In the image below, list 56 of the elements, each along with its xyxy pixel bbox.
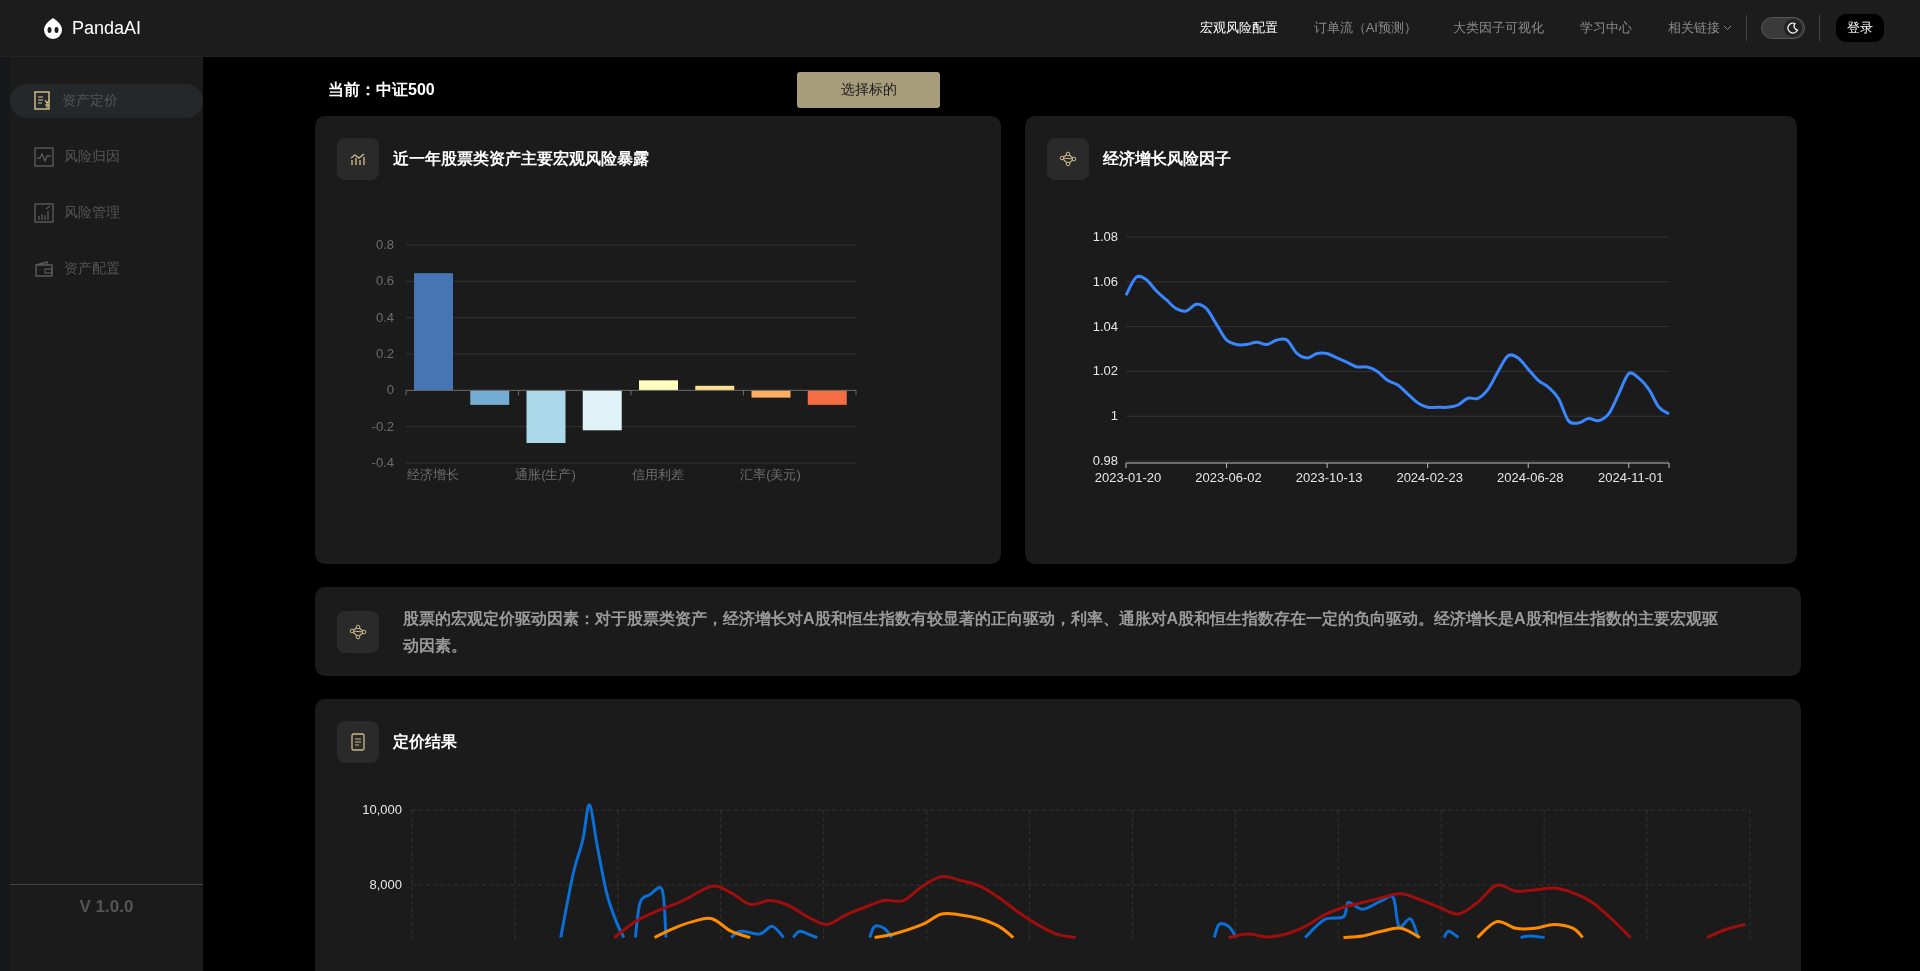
axis-label: 2024-11-01 xyxy=(1598,470,1664,485)
axis-label: 2023-01-20 xyxy=(1094,470,1162,485)
axis-label: 经济增长 xyxy=(407,467,459,482)
select-target-button[interactable]: 选择标的 xyxy=(797,72,940,108)
axis-label: -0.2 xyxy=(371,418,394,434)
nav-link[interactable]: 学习中心 xyxy=(1580,19,1632,37)
card-title: 定价结果 xyxy=(393,731,457,752)
nav-link[interactable]: 订单流（AI预测） xyxy=(1313,19,1417,37)
axis-label: 8,000 xyxy=(369,877,402,892)
bar xyxy=(582,390,622,431)
axis-label: 1 xyxy=(1110,408,1118,424)
bar xyxy=(695,385,735,391)
caret-icon xyxy=(1723,25,1732,31)
axis-label: 通胀(生产) xyxy=(515,467,576,482)
axis-label: 10,000 xyxy=(362,802,402,817)
axis-label: 0.2 xyxy=(375,346,394,361)
axis-label: 1.08 xyxy=(1092,229,1118,244)
theme-toggle[interactable] xyxy=(1761,17,1805,39)
axis-label: 2023-06-02 xyxy=(1195,470,1262,485)
axis-label: 信用利差 xyxy=(632,467,684,482)
nav-link[interactable]: 宏观风险配置 xyxy=(1199,19,1278,37)
logo-text: PandaAI xyxy=(72,17,142,39)
bar xyxy=(639,380,678,391)
axis-label: -0.4 xyxy=(371,455,394,470)
axis-label: 2024-06-28 xyxy=(1496,470,1564,485)
axis-label: 1.02 xyxy=(1092,363,1118,379)
axis-label: 1.04 xyxy=(1092,318,1118,334)
axis-label: 1.06 xyxy=(1092,273,1118,289)
nav-link[interactable]: 大类因子可视化 xyxy=(1453,19,1544,37)
bar xyxy=(751,390,791,398)
axis-label: 0.98 xyxy=(1092,453,1118,468)
axis-label: 0.4 xyxy=(375,309,394,325)
axis-label: 0.8 xyxy=(375,237,394,252)
bar-chart-icon xyxy=(350,152,366,166)
pulse-chart-icon xyxy=(34,147,54,167)
axis-label: 2024-02-23 xyxy=(1396,470,1463,485)
current-target-label: 当前：中证500 xyxy=(328,79,436,100)
summary-text: 股票的宏观定价驱动因素：对于股票类资产，经济增长对A股和恒生指数有较显著的正向驱动，利率、通胀对A股和恒生指数存在一定的负向驱动。经济增长是A股和恒生指数的主要宏观驱动因素。 xyxy=(403,608,1719,656)
nav-link[interactable]: 相关链接 xyxy=(1668,19,1732,37)
bar xyxy=(526,390,566,443)
document-icon xyxy=(351,733,365,751)
bar-chart-icon xyxy=(34,203,54,223)
card-title: 经济增长风险因子 xyxy=(1103,148,1231,169)
version-text: V 1.0.0 xyxy=(79,897,134,917)
card-title: 近一年股票类资产主要宏观风险暴露 xyxy=(393,148,649,169)
axis-label: 2023-10-13 xyxy=(1295,470,1363,485)
wallet-icon xyxy=(34,260,54,278)
axis-label: 汇率(美元) xyxy=(740,467,801,482)
axis-label: 0 xyxy=(386,382,394,398)
logo-icon xyxy=(42,17,64,39)
login-button[interactable]: 登录 xyxy=(1836,14,1884,42)
network-icon xyxy=(1059,151,1077,167)
sidebar-label: 风险归因 xyxy=(64,148,120,166)
network-icon xyxy=(349,623,367,640)
axis-label: 0.6 xyxy=(375,273,394,289)
document-icon xyxy=(34,91,52,111)
